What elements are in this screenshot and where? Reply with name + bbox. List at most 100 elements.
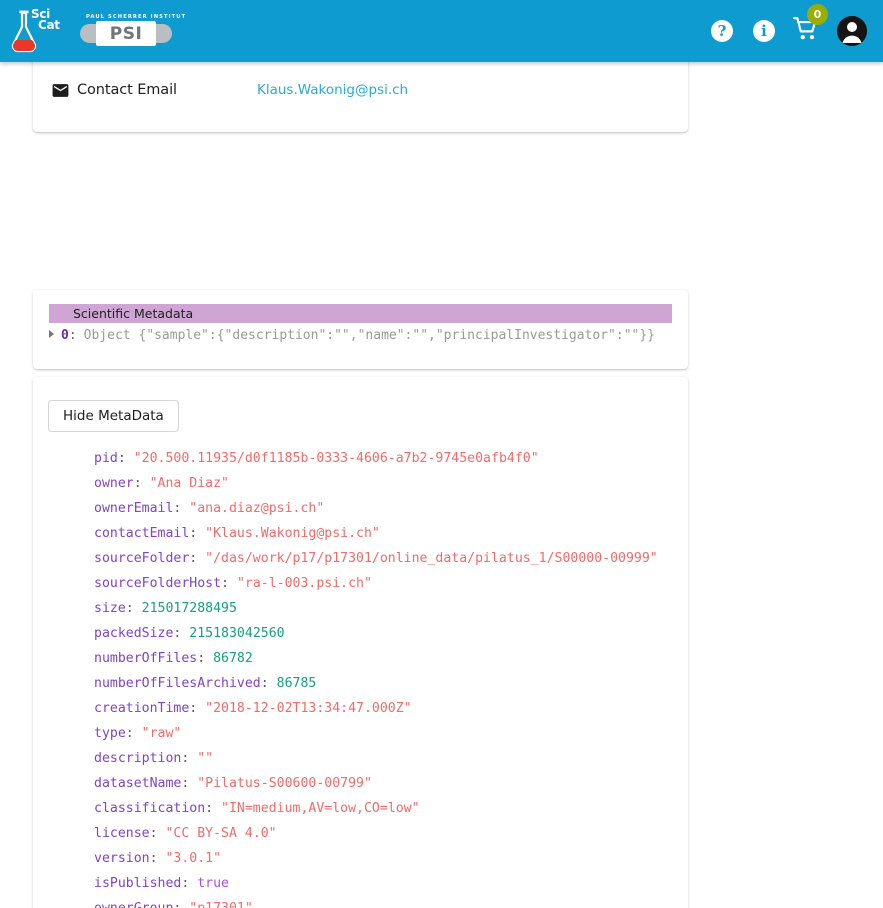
metadata-value: 86782 <box>213 651 253 666</box>
metadata-colon: : <box>205 801 221 816</box>
metadata-value: "ana.diaz@psi.ch" <box>189 501 324 516</box>
metadata-line: datasetName: "Pilatus-S00600-00799" <box>94 771 688 796</box>
metadata-value: true <box>197 876 229 891</box>
psi-wordmark: PSI <box>96 21 156 46</box>
metadata-value: "ra-l-003.psi.ch" <box>237 576 372 591</box>
metadata-value: "CC BY-SA 4.0" <box>165 826 276 841</box>
metadata-value: "/das/work/p17/p17301/online_data/pilatu… <box>205 551 658 566</box>
raw-metadata-card: Hide MetaData pid: "20.500.11935/d0f1185… <box>33 377 688 908</box>
metadata-key: sourceFolderHost <box>94 576 221 591</box>
metadata-line: creationTime: "2018-12-02T13:34:47.000Z" <box>94 696 688 721</box>
email-icon <box>51 81 77 100</box>
metadata-line: numberOfFiles: 86782 <box>94 646 688 671</box>
metadata-value: "2018-12-02T13:34:47.000Z" <box>205 701 411 716</box>
metadata-colon: : <box>150 851 166 866</box>
metadata-colon: : <box>118 451 134 466</box>
metadata-value: "Klaus.Wakonig@psi.ch" <box>205 526 380 541</box>
metadata-key: packedSize <box>94 626 173 641</box>
metadata-key: ownerGroup <box>94 901 173 908</box>
metadata-key: numberOfFiles <box>94 651 197 666</box>
metadata-value: 86785 <box>277 676 317 691</box>
scientific-metadata-title-bar: Scientific Metadata <box>49 304 672 323</box>
metadata-colon: : <box>126 601 142 616</box>
metadata-key: creationTime <box>94 701 189 716</box>
scientific-metadata-entry-index: 0 <box>61 328 69 343</box>
metadata-line: packedSize: 215183042560 <box>94 621 688 646</box>
expand-triangle-icon[interactable] <box>49 330 54 338</box>
header-actions: ? i 0 <box>701 10 867 52</box>
metadata-key: owner <box>94 476 134 491</box>
app-header: Sci Cat PAUL SCHERRER INSTITUT PSI ? i 0 <box>0 0 883 62</box>
metadata-colon: : <box>150 826 166 841</box>
psi-supertext: PAUL SCHERRER INSTITUT <box>86 14 186 20</box>
metadata-line: contactEmail: "Klaus.Wakonig@psi.ch" <box>94 521 688 546</box>
metadata-colon: : <box>126 726 142 741</box>
avatar[interactable] <box>837 16 867 46</box>
metadata-colon: : <box>173 501 189 516</box>
metadata-colon: : <box>189 526 205 541</box>
metadata-value: "3.0.1" <box>165 851 221 866</box>
scicat-logo[interactable]: Sci Cat <box>11 6 61 56</box>
detail-value-link[interactable]: Klaus.Wakonig@psi.ch <box>257 82 408 98</box>
cart-button[interactable]: 0 <box>785 10 827 52</box>
scicat-wordmark-line2: Cat <box>38 20 60 31</box>
metadata-key: description <box>94 751 181 766</box>
metadata-colon: : <box>173 901 189 908</box>
metadata-value: "Pilatus-S00600-00799" <box>197 776 372 791</box>
metadata-value: 215183042560 <box>189 626 284 641</box>
metadata-value: "" <box>197 751 213 766</box>
scientific-metadata-entry-colon: : <box>69 328 77 343</box>
metadata-key: datasetName <box>94 776 181 791</box>
metadata-value: "raw" <box>142 726 182 741</box>
metadata-colon: : <box>134 476 150 491</box>
metadata-value: "IN=medium,AV=low,CO=low" <box>221 801 420 816</box>
metadata-key: version <box>94 851 150 866</box>
metadata-line: classification: "IN=medium,AV=low,CO=low… <box>94 796 688 821</box>
help-icon: ? <box>711 20 733 42</box>
metadata-key: license <box>94 826 150 841</box>
metadata-line: sourceFolderHost: "ra-l-003.psi.ch" <box>94 571 688 596</box>
metadata-line: isPublished: true <box>94 871 688 896</box>
cart-count-badge: 0 <box>807 4 828 25</box>
account-circle-icon <box>837 16 867 46</box>
hide-metadata-button[interactable]: Hide MetaData <box>48 400 179 432</box>
scientific-metadata-entry-preview: Object {"sample":{"description":"","name… <box>84 328 655 343</box>
metadata-colon: : <box>197 651 213 666</box>
metadata-value: "p17301" <box>189 901 253 908</box>
metadata-line: sourceFolder: "/das/work/p17/p17301/onli… <box>94 546 688 571</box>
metadata-value: "20.500.11935/d0f1185b-0333-4606-a7b2-97… <box>134 451 539 466</box>
metadata-key: classification <box>94 801 205 816</box>
scientific-metadata-card: Scientific Metadata 0 : Object {"sample"… <box>33 290 688 369</box>
metadata-line: pid: "20.500.11935/d0f1185b-0333-4606-a7… <box>94 446 688 471</box>
psi-logo[interactable]: PAUL SCHERRER INSTITUT PSI <box>80 14 172 48</box>
info-button[interactable]: i <box>743 10 785 52</box>
metadata-line: description: "" <box>94 746 688 771</box>
metadata-value: "Ana Diaz" <box>150 476 229 491</box>
scientific-metadata-entry[interactable]: 0 : Object {"sample":{"description":"","… <box>33 328 688 343</box>
metadata-line: owner: "Ana Diaz" <box>94 471 688 496</box>
metadata-line: numberOfFilesArchived: 86785 <box>94 671 688 696</box>
metadata-line: ownerEmail: "ana.diaz@psi.ch" <box>94 496 688 521</box>
metadata-key: numberOfFilesArchived <box>94 676 261 691</box>
metadata-colon: : <box>189 701 205 716</box>
metadata-colon: : <box>221 576 237 591</box>
metadata-key: contactEmail <box>94 526 189 541</box>
metadata-line: size: 215017288495 <box>94 596 688 621</box>
metadata-colon: : <box>173 626 189 641</box>
metadata-colon: : <box>261 676 277 691</box>
metadata-value: 215017288495 <box>142 601 237 616</box>
detail-row-contact-email: Contact EmailKlaus.Wakonig@psi.ch <box>33 72 688 108</box>
metadata-line: type: "raw" <box>94 721 688 746</box>
detail-label: Contact Email <box>77 82 257 98</box>
metadata-key: ownerEmail <box>94 501 173 516</box>
help-button[interactable]: ? <box>701 10 743 52</box>
metadata-key: size <box>94 601 126 616</box>
raw-metadata-list: pid: "20.500.11935/d0f1185b-0333-4606-a7… <box>33 446 688 908</box>
metadata-colon: : <box>181 751 197 766</box>
metadata-key: pid <box>94 451 118 466</box>
metadata-colon: : <box>181 876 197 891</box>
metadata-line: version: "3.0.1" <box>94 846 688 871</box>
metadata-line: ownerGroup: "p17301" <box>94 896 688 908</box>
scientific-metadata-title: Scientific Metadata <box>73 306 193 321</box>
page-scroll-container: Creation Time2018-12-02 14:34Principal I… <box>0 0 883 908</box>
